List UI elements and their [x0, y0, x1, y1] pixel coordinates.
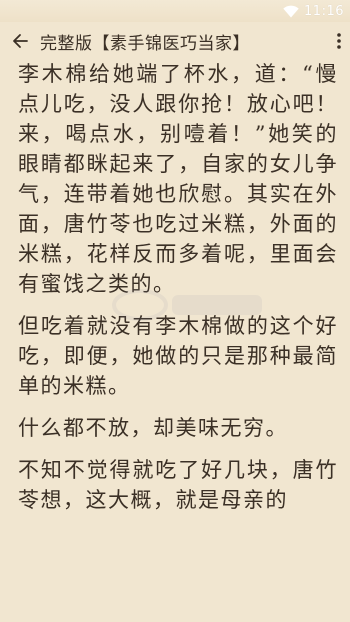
paragraph: 不知不觉得就吃了好几块，唐竹苓想，这大概，就是母亲的 [18, 458, 338, 512]
paragraph: 但吃着就没有李木棉做的这个好吃，即便，她做的只是那种最简单的米糕。 [18, 314, 338, 398]
reader-toolbar: 完整版【素手锦医巧当家】 [0, 22, 350, 60]
wifi-icon [283, 5, 299, 18]
status-icons: 11:16 [283, 2, 344, 20]
paragraph: 什么都不放，却美味无穷。 [18, 416, 288, 440]
status-time: 11:16 [304, 3, 344, 19]
paragraph: 李木棉给她端了杯水，道：“慢点儿吃，没人跟你抢！放心吧！来，喝点水，别噎着！”她… [18, 62, 338, 296]
arrow-left-icon [13, 34, 28, 48]
reader-screen: 11:16 完整版【素手锦医巧当家】 李木棉给她端了杯水，道：“慢点儿吃，没人跟… [0, 0, 350, 622]
status-bar: 11:16 [0, 0, 350, 22]
more-vertical-icon [337, 33, 341, 49]
book-title: 完整版【素手锦医巧当家】 [40, 33, 250, 54]
back-button[interactable] [0, 22, 40, 60]
reading-content[interactable]: 李木棉给她端了杯水，道：“慢点儿吃，没人跟你抢！放心吧！来，喝点水，别噎着！”她… [18, 59, 338, 515]
more-options-button[interactable] [328, 22, 350, 60]
